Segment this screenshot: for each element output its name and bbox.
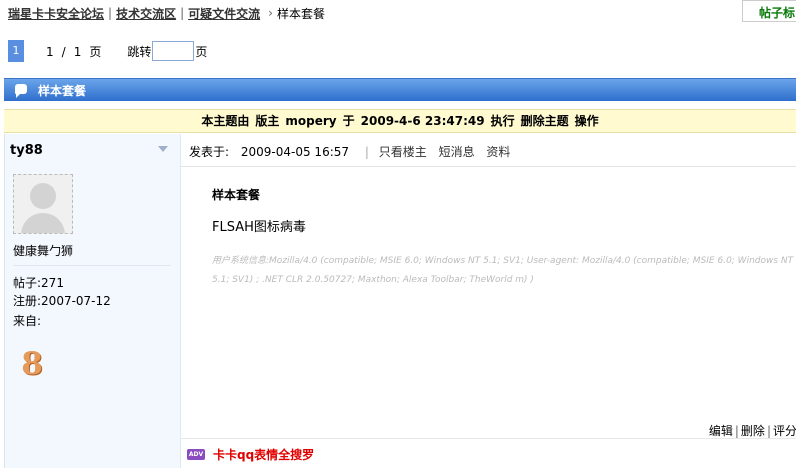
page-info: 1/1 页 (42, 43, 105, 60)
meta-divider (181, 166, 796, 167)
notice-part: 版主 (255, 114, 280, 128)
meta-separator: | (364, 145, 369, 159)
notice-action: 删除主题 (520, 114, 569, 128)
jump-suffix: 页 (195, 44, 208, 59)
notice-part: 执行 (490, 114, 515, 128)
ad-link[interactable]: 卡卡qq表情全搜罗 (213, 446, 314, 463)
notice-part: 于 (342, 114, 355, 128)
page-total: 1 (73, 44, 82, 59)
post-time-label: 发表于: (189, 145, 230, 159)
message-link[interactable]: 短消息 (439, 145, 475, 159)
post-time: 2009-04-05 16:57 (240, 145, 350, 159)
notice-part: 本主题由 (201, 114, 250, 128)
post-body: FLSAH图标病毒 (212, 220, 306, 235)
post-footer-divider (181, 438, 796, 439)
posts-label: 帖子: (13, 276, 42, 290)
jump-page-input[interactable] (152, 41, 195, 61)
breadcrumb-tech-link[interactable]: 技术交流区 (116, 5, 176, 22)
only-author-link[interactable]: 只看楼主 (379, 145, 427, 159)
edit-link[interactable]: 编辑 (709, 424, 733, 438)
chevron-down-icon[interactable] (158, 146, 168, 152)
notice-part: 操作 (574, 114, 599, 128)
author-divider (13, 265, 171, 266)
breadcrumb-separator: | (180, 6, 185, 20)
breadcrumb-forum-link[interactable]: 瑞星卡卡安全论坛 (8, 5, 104, 22)
breadcrumb-suspicious-files-link[interactable]: 可疑文件交流 (188, 5, 260, 22)
avatar[interactable] (13, 174, 73, 234)
reg-date: 2007-07-12 (41, 294, 111, 308)
breadcrumb-arrow-icon: › (268, 6, 273, 20)
rate-link[interactable]: 评分 (773, 424, 796, 438)
action-separator: | (766, 424, 771, 438)
author-registered: 注册:2007-07-12 (13, 292, 111, 309)
author-name[interactable]: ty88 (10, 143, 43, 158)
action-separator: | (734, 424, 739, 438)
ad-banner: ADV 卡卡qq表情全搜罗 (187, 446, 314, 463)
level-badge: 8 (21, 346, 43, 382)
reg-label: 注册: (13, 294, 42, 308)
author-posts: 帖子:271 (13, 274, 64, 291)
current-page-button[interactable]: 1 (8, 40, 24, 62)
post-meta: 发表于: 2009-04-05 16:57 | 只看楼主 短消息 资料 (189, 143, 518, 160)
author-panel: ty88 健康舞勹狮 帖子:271 注册:2007-07-12 来自: 8 (5, 134, 181, 468)
post-tag-tab[interactable]: 帖子标 (742, 0, 796, 22)
post-actions: 编辑 | 删除 | 评分 (709, 422, 796, 439)
author-from: 来自: (13, 314, 42, 328)
thread-title: 样本套餐 (38, 84, 87, 98)
avatar-head (30, 183, 56, 209)
breadcrumb-separator: | (108, 6, 113, 20)
page-unit: 页 (89, 44, 102, 59)
page-number: 1 (46, 44, 54, 59)
post: ty88 健康舞勹狮 帖子:271 注册:2007-07-12 来自: 8 发表… (4, 134, 796, 468)
breadcrumb: 瑞星卡卡安全论坛 | 技术交流区 | 可疑文件交流 › 样本套餐 (8, 5, 325, 21)
user-system-info: 用户系统信息:Mozilla/4.0 (compatible; MSIE 6.0… (212, 256, 794, 285)
posts-count: 271 (41, 276, 64, 290)
author-rank: 健康舞勹狮 (13, 244, 74, 258)
jump-label: 跳转 (127, 44, 152, 59)
page-slash: / (61, 44, 66, 59)
pagination: 1 1/1 页 跳转 页 (8, 40, 207, 62)
adv-icon: ADV (187, 449, 205, 460)
notice-moderator[interactable]: mopery (285, 114, 336, 128)
speech-bubble-icon (15, 84, 27, 98)
post-title: 样本套餐 (212, 188, 261, 202)
thread-header-bar: 样本套餐 (4, 78, 796, 101)
moderation-notice: 本主题由 版主 mopery 于 2009-4-6 23:47:49 执行 删除主题 操作 (4, 109, 796, 133)
avatar-body (21, 213, 65, 233)
notice-time: 2009-4-6 23:47:49 (360, 114, 485, 128)
delete-link[interactable]: 删除 (741, 424, 765, 438)
profile-link[interactable]: 资料 (486, 145, 510, 159)
post-content: 发表于: 2009-04-05 16:57 | 只看楼主 短消息 资料 样本套餐… (181, 134, 796, 468)
breadcrumb-current: 样本套餐 (276, 6, 325, 21)
